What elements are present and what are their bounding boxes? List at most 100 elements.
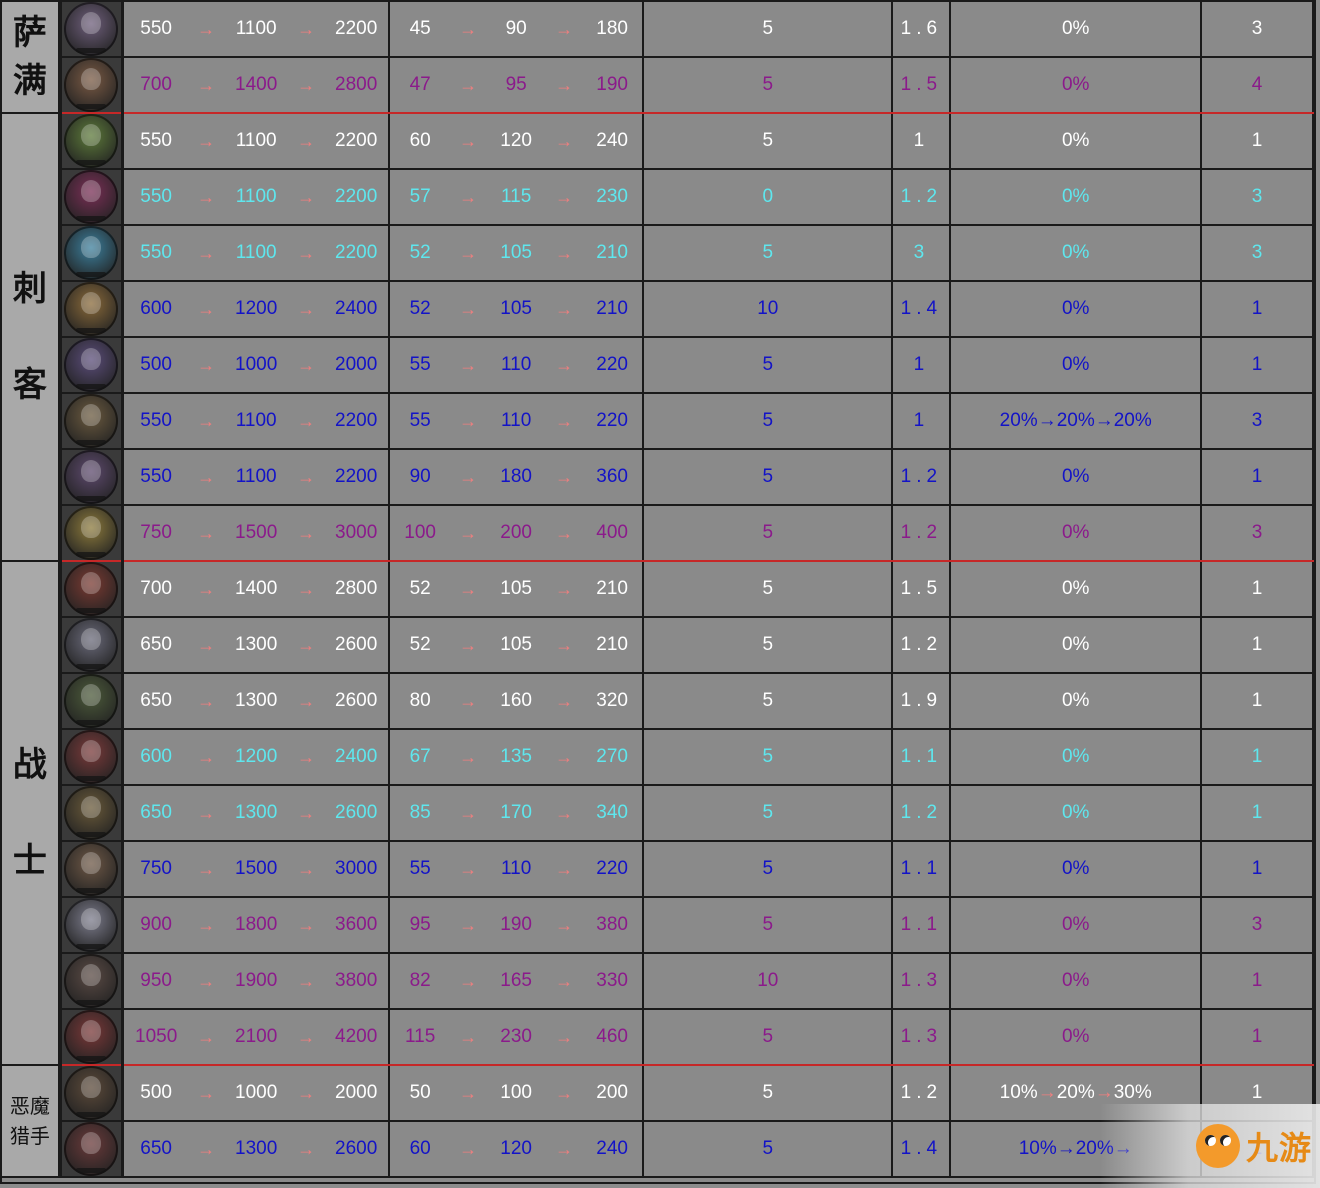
crit-cell: 0% [950,225,1203,282]
hero-avatar-cell[interactable] [59,449,125,506]
arrow-icon: → [297,970,316,991]
hp-value: 2600 [335,1138,378,1159]
arrow-icon: → [555,578,574,599]
atk-cell: 52 → 105 → 210 [389,281,645,338]
atk-cell: 52 → 105 → 210 [389,225,645,282]
hero-portrait-icon[interactable] [64,450,119,504]
hero-avatar-cell[interactable] [59,841,125,898]
hero-avatar-cell[interactable] [59,561,125,618]
atk-value: 190 [500,914,532,935]
hero-avatar-cell[interactable] [59,673,125,730]
atk-cell: 55 → 110 → 220 [389,337,645,394]
hp-value: 2800 [335,578,378,599]
atk-progression: 45 → 90 → 180 [390,2,642,56]
attack-speed-cell: 1.3 [892,1009,952,1066]
hero-avatar-cell[interactable] [59,281,125,338]
hero-portrait-icon[interactable] [64,114,119,168]
atk-value: 200 [596,1082,628,1103]
hero-avatar-cell[interactable] [59,113,125,170]
hp-value: 1000 [235,1082,278,1103]
hero-portrait-icon[interactable] [64,898,119,952]
hero-avatar-cell[interactable] [59,1065,125,1122]
hp-progression: 750 → 1500 → 3000 [124,506,388,560]
hero-portrait-icon[interactable] [64,170,119,224]
hero-avatar-cell[interactable] [59,953,125,1010]
hero-avatar-cell[interactable] [59,57,125,114]
atk-progression: 52 → 105 → 210 [390,226,642,280]
hero-avatar-cell[interactable] [59,225,125,282]
hero-avatar-cell[interactable] [59,729,125,786]
hp-cell: 550 → 1100 → 2200 [122,2,391,58]
hero-portrait-icon[interactable] [64,842,119,896]
cost-cell: 1 [1201,953,1314,1010]
hero-portrait-icon[interactable] [64,730,119,784]
hero-portrait-icon[interactable] [64,226,119,280]
crit-cell: 0% [950,449,1203,506]
hero-avatar-cell[interactable] [59,1121,125,1178]
attack-speed-cell: 1 [892,337,952,394]
orange-mascot-icon [1195,1124,1240,1168]
arrow-icon: → [459,522,478,543]
atk-value: 55 [409,410,431,431]
hero-portrait-icon[interactable] [64,562,119,616]
hero-avatar-cell[interactable] [59,505,125,562]
hp-value: 1400 [235,578,278,599]
hero-avatar-cell[interactable] [59,617,125,674]
hero-avatar-cell[interactable] [59,393,125,450]
hero-avatar-cell[interactable] [59,2,125,58]
hp-progression: 700 → 1400 → 2800 [124,58,388,112]
hero-portrait-icon[interactable] [64,506,119,560]
atk-value: 57 [409,186,431,207]
table-row: 550 → 1100 → 2200 52 → 105 → 210 5 3 0% 3 [2,225,1314,282]
hp-value: 1100 [235,130,277,151]
arrow-icon: → [459,1082,478,1103]
attack-speed-cell: 1.4 [892,281,952,338]
table-row: 550 → 1100 → 2200 90 → 180 → 360 5 1.2 0% 1 [2,449,1314,506]
hero-portrait-icon[interactable] [64,1010,119,1064]
atk-value: 135 [500,746,532,767]
hero-avatar-cell[interactable] [59,897,125,954]
atk-value: 180 [500,466,532,487]
hero-portrait-icon[interactable] [64,1122,119,1176]
hp-value: 650 [140,802,172,823]
hp-progression: 500 → 1000 → 2000 [124,1066,388,1120]
hero-face-icon [81,292,102,314]
hero-avatar-cell[interactable] [59,785,125,842]
arrow-icon: → [555,858,574,879]
hero-face-icon [81,796,102,818]
hero-avatar-cell[interactable] [59,169,125,226]
hero-portrait-icon[interactable] [64,338,119,392]
hero-portrait-icon[interactable] [64,394,119,448]
hero-portrait-icon[interactable] [64,954,119,1008]
arrow-icon: → [197,690,216,711]
hero-portrait-icon[interactable] [64,58,119,112]
hero-portrait-icon[interactable] [64,1066,119,1120]
group-label-char: 猎手 [9,1124,50,1148]
cost-cell: 1 [1201,785,1314,842]
hero-avatar-cell[interactable] [59,1009,125,1066]
atk-value: 230 [596,186,628,207]
range-cell: 5 [643,617,894,674]
atk-value: 82 [409,970,431,991]
hero-avatar-cell[interactable] [59,337,125,394]
hp-value: 1500 [235,522,278,543]
arrow-icon: → [297,242,316,263]
hero-face-icon [81,852,102,874]
hero-portrait-icon[interactable] [64,674,119,728]
arrow-icon: → [555,242,574,263]
atk-value: 380 [596,914,628,935]
hp-value: 1100 [235,18,277,39]
arrow-icon: → [459,18,478,39]
hero-portrait-icon[interactable] [64,2,119,56]
atk-value: 165 [500,970,532,991]
hero-portrait-icon[interactable] [64,618,119,672]
hero-portrait-icon[interactable] [64,786,119,840]
hero-portrait-icon[interactable] [64,282,119,336]
arrow-icon: → [197,466,216,487]
hp-value: 1400 [235,74,278,95]
arrow-icon: → [297,1026,316,1047]
hp-cell: 500 → 1000 → 2000 [122,337,391,394]
range-cell: 5 [643,393,894,450]
hp-value: 550 [140,410,172,431]
table-row: 650 → 1300 → 2600 52 → 105 → 210 5 1.2 0% 1 [2,617,1314,674]
